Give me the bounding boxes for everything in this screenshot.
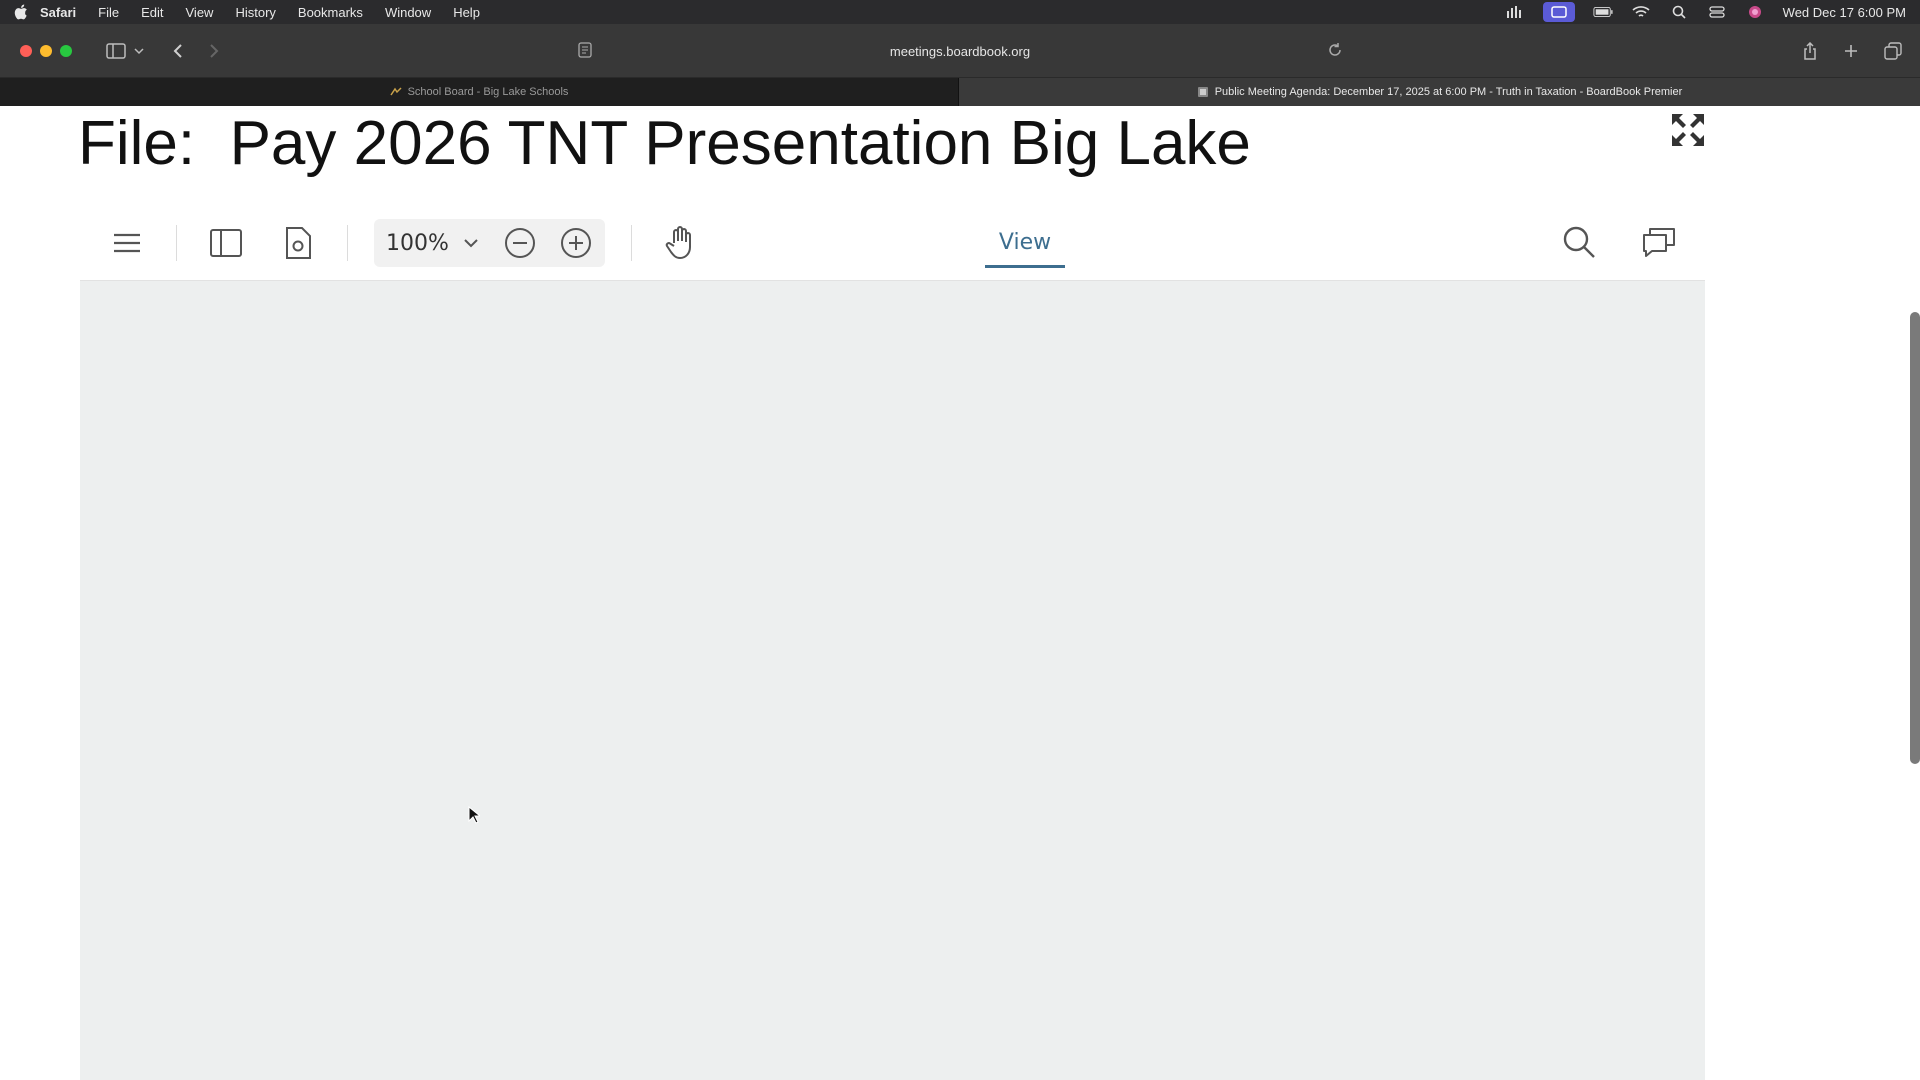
menu-app-name[interactable]: Safari	[40, 5, 76, 20]
zoom-in-icon[interactable]	[559, 226, 593, 260]
tab-label: School Board - Big Lake Schools	[407, 86, 569, 98]
toolbar-divider	[347, 225, 348, 261]
tab-label: Public Meeting Agenda: December 17, 2025…	[1214, 86, 1683, 98]
browser-toolbar: meetings.boardbook.org	[0, 24, 1920, 78]
page-scrollbar[interactable]	[1910, 312, 1920, 764]
menu-bar: Safari File Edit View History Bookmarks …	[0, 0, 1920, 24]
control-center-icon[interactable]	[1707, 4, 1727, 20]
expand-fullscreen-icon[interactable]	[1668, 110, 1708, 150]
pan-hand-icon[interactable]	[664, 225, 698, 261]
boardbook-favicon-icon	[1197, 86, 1209, 98]
reader-mode-icon[interactable]	[578, 42, 592, 61]
screen-mirroring-icon[interactable]	[1542, 2, 1575, 22]
school-favicon-icon	[389, 86, 402, 98]
menu-window[interactable]: Window	[385, 5, 431, 20]
page-settings-icon[interactable]	[283, 226, 313, 260]
menu-history[interactable]: History	[235, 5, 275, 20]
wifi-icon[interactable]	[1631, 4, 1651, 20]
toolbar-divider	[630, 225, 632, 261]
forward-arrow-icon[interactable]	[208, 37, 220, 65]
chevron-down-icon[interactable]	[134, 37, 144, 65]
page-title: File: Pay 2026 TNT Presentation Big Lake	[78, 109, 1251, 178]
zoom-out-icon[interactable]	[503, 226, 537, 260]
new-tab-plus-icon[interactable]	[1844, 37, 1858, 65]
battery-icon[interactable]	[1593, 4, 1613, 20]
menubar-clock[interactable]: Wed Dec 17 6:00 PM	[1783, 5, 1906, 20]
comments-panel-icon[interactable]	[1641, 224, 1677, 260]
menu-edit[interactable]: Edit	[141, 5, 163, 20]
zoom-control: 100%	[374, 219, 605, 267]
menu-help[interactable]: Help	[453, 5, 480, 20]
search-icon[interactable]	[1561, 224, 1597, 260]
tab-bar: School Board - Big Lake Schools Public M…	[0, 78, 1920, 106]
spotlight-search-icon[interactable]	[1669, 4, 1689, 20]
tab-school-board[interactable]: School Board - Big Lake Schools	[0, 78, 959, 106]
share-icon[interactable]	[1802, 37, 1818, 65]
reload-icon[interactable]	[1328, 42, 1342, 61]
url-text: meetings.boardbook.org	[889, 43, 1031, 59]
menu-bookmarks[interactable]: Bookmarks	[298, 5, 363, 20]
toolbar-divider	[176, 225, 177, 261]
pdf-document-area[interactable]	[80, 280, 1705, 1080]
tab-public-meeting-agenda[interactable]: Public Meeting Agenda: December 17, 2025…	[959, 78, 1920, 106]
menu-view[interactable]: View	[186, 5, 214, 20]
siri-icon[interactable]	[1745, 4, 1765, 20]
chevron-down-icon[interactable]	[463, 238, 479, 248]
stats-menu-icon[interactable]	[1505, 4, 1525, 20]
minimize-window-button[interactable]	[40, 44, 52, 57]
tab-view[interactable]: View	[985, 220, 1065, 268]
zoom-level-dropdown[interactable]: 100%	[386, 231, 449, 256]
apple-menu-icon[interactable]	[14, 4, 40, 20]
left-panel-toggle-icon[interactable]	[209, 228, 243, 258]
back-arrow-icon[interactable]	[172, 37, 184, 65]
web-page: File: Pay 2026 TNT Presentation Big Lake…	[0, 106, 1920, 1080]
mouse-cursor-icon	[468, 805, 482, 829]
fullscreen-window-button[interactable]	[60, 44, 72, 57]
close-window-button[interactable]	[20, 44, 32, 57]
window-controls	[20, 44, 72, 57]
address-bar[interactable]: meetings.boardbook.org	[560, 36, 1360, 66]
pdf-viewer-toolbar: 100% View	[80, 210, 1705, 276]
menu-hamburger-icon[interactable]	[112, 231, 142, 255]
menu-file[interactable]: File	[98, 5, 119, 20]
tab-overview-icon[interactable]	[1884, 37, 1902, 65]
sidebar-toggle-icon[interactable]	[106, 37, 126, 65]
